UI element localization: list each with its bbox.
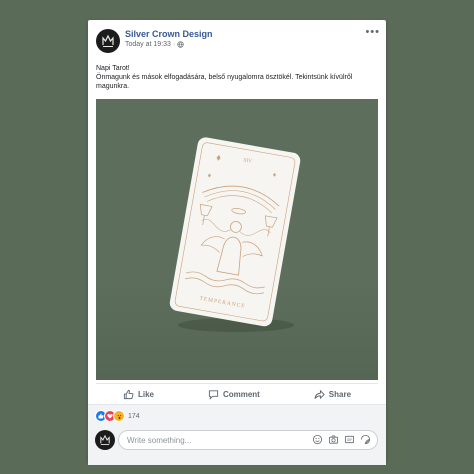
thumbs-up-icon (123, 389, 134, 399)
svg-text:GIF: GIF (347, 438, 353, 442)
more-options-icon[interactable]: ••• (365, 26, 380, 38)
share-arrow-icon (314, 389, 325, 399)
share-label: Share (328, 389, 352, 399)
like-label: Like (137, 389, 154, 399)
comment-tools: GIF (312, 434, 371, 445)
like-button[interactable]: Like (123, 389, 154, 400)
reactions-area: 174 GIF (88, 405, 386, 465)
share-button[interactable]: Share (314, 389, 351, 400)
comment-label: Comment (222, 389, 260, 399)
user-avatar (95, 430, 115, 450)
post-meta: Today at 19:33 · (125, 41, 184, 48)
post-text-line-1: Napi Tarot! (96, 65, 130, 72)
post-image[interactable]: XIV TEMPERANCE (96, 99, 378, 380)
wow-reaction-icon (113, 410, 125, 422)
page-name-link[interactable]: Silver Crown Design (125, 29, 213, 39)
reaction-summary[interactable]: 174 (95, 410, 140, 422)
globe-icon (177, 41, 184, 48)
comment-box: GIF (118, 430, 378, 450)
post-timestamp[interactable]: Today at 19:33 (125, 41, 171, 48)
comment-input[interactable] (127, 435, 307, 445)
emoji-icon[interactable] (312, 434, 323, 445)
camera-icon[interactable] (328, 434, 339, 445)
comment-button[interactable]: Comment (208, 389, 260, 400)
sticker-icon[interactable] (360, 434, 371, 445)
reaction-count[interactable]: 174 (128, 413, 140, 420)
post-text-line-2: Önmagunk és mások elfogadására, belső ny… (96, 74, 353, 90)
gif-icon[interactable]: GIF (344, 434, 355, 445)
page-avatar[interactable] (96, 29, 120, 53)
post-card: Silver Crown Design Today at 19:33 · •••… (88, 20, 386, 465)
post-text: Napi Tarot! Önmagunk és mások elfogadásá… (96, 64, 378, 91)
post-actions: Like Comment Share (96, 383, 378, 404)
speech-bubble-icon (208, 389, 219, 400)
